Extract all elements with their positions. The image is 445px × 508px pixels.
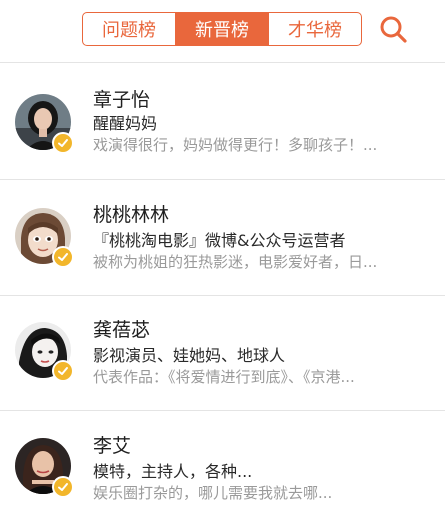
ranking-tabs: 问题榜 新晋榜 才华榜 <box>82 12 362 46</box>
user-name: 桃桃林林 <box>93 204 170 226</box>
user-name: 章子怡 <box>93 89 151 111</box>
search-icon <box>380 16 407 43</box>
user-name: 龚蓓苾 <box>93 319 151 341</box>
verified-badge-icon <box>52 476 74 498</box>
verified-badge-icon <box>52 360 74 382</box>
user-description: 被称为桃姐的狂热影迷，电影爱好者，日... <box>93 253 378 271</box>
list-item[interactable]: 章子怡 醒醒妈妈 戏演得很行，妈妈做得更行！多聊孩子！... <box>0 63 445 179</box>
user-description: 戏演得很行，妈妈做得更行！多聊孩子！... <box>93 136 378 154</box>
ranking-page: 问题榜 新晋榜 才华榜 章子怡 醒醒妈妈 戏演得很行，妈妈做得更行！多聊孩子！.… <box>0 0 445 508</box>
user-title: 模特，主持人，各种... <box>93 462 253 481</box>
user-title: 『桃桃淘电影』微博&公众号运营者 <box>93 231 346 250</box>
verified-badge-icon <box>52 246 74 268</box>
user-name: 李艾 <box>93 435 132 457</box>
search-button[interactable] <box>378 14 410 46</box>
user-description: 娱乐圈打杂的，哪儿需要我就去哪... <box>93 484 333 502</box>
user-title: 影视演员、娃她妈、地球人 <box>93 346 286 365</box>
tab-newcomers[interactable]: 新晋榜 <box>175 13 268 45</box>
verified-badge-icon <box>52 132 74 154</box>
user-description: 代表作品：《将爱情进行到底》、《京港... <box>93 368 355 386</box>
list-item[interactable]: 龚蓓苾 影视演员、娃她妈、地球人 代表作品：《将爱情进行到底》、《京港... <box>0 296 445 412</box>
list-item[interactable]: 李艾 模特，主持人，各种... 娱乐圈打杂的，哪儿需要我就去哪... <box>0 411 445 508</box>
user-title: 醒醒妈妈 <box>93 114 158 133</box>
list-item[interactable]: 桃桃林林 『桃桃淘电影』微博&公众号运营者 被称为桃姐的狂热影迷，电影爱好者，日… <box>0 180 445 296</box>
tab-talent[interactable]: 才华榜 <box>268 13 361 45</box>
top-bar: 问题榜 新晋榜 才华榜 <box>0 0 445 60</box>
tab-questions[interactable]: 问题榜 <box>83 13 175 45</box>
